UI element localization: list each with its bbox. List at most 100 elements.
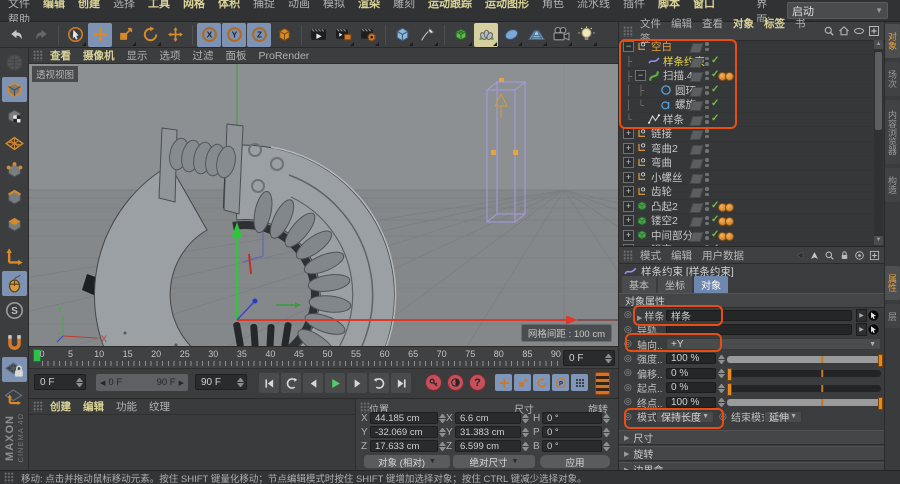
- keyframe-dot-icon[interactable]: ◎: [624, 338, 632, 349]
- texture-mode-button[interactable]: [2, 104, 27, 129]
- apply-button[interactable]: 应用: [540, 455, 610, 469]
- object-row[interactable]: │ └ 螺旋 ✓: [619, 98, 884, 113]
- stepper-icon[interactable]: [76, 377, 83, 388]
- stepper-icon[interactable]: [718, 368, 725, 379]
- solo-mode-button[interactable]: S: [2, 298, 27, 323]
- rotation-b-field[interactable]: 0 °: [542, 440, 602, 452]
- expander-icon[interactable]: +: [623, 215, 634, 227]
- polygons-mode-button[interactable]: [2, 212, 27, 237]
- visibility-dots[interactable]: [705, 71, 709, 80]
- lock-y-button[interactable]: Y: [222, 22, 246, 47]
- menubar-item[interactable]: 运动图形: [485, 0, 529, 10]
- object-row[interactable]: + 齿轮: [619, 185, 884, 200]
- home-icon[interactable]: [838, 25, 850, 37]
- search-icon[interactable]: [823, 25, 835, 37]
- lock-icon[interactable]: [839, 250, 850, 261]
- rotation-p-field[interactable]: 0 °: [542, 426, 602, 438]
- viewport-menu-item[interactable]: 查看: [50, 50, 71, 62]
- playback-range-slider[interactable]: ◀ 0 F 90 F ▶: [96, 374, 188, 391]
- keyframe-dot-icon[interactable]: ◎: [624, 411, 632, 422]
- slider-handle[interactable]: [878, 353, 883, 367]
- expander-icon[interactable]: +: [623, 186, 634, 198]
- visibility-dots[interactable]: [705, 187, 709, 196]
- floor-objects-button[interactable]: [524, 23, 548, 47]
- rotation-h-field[interactable]: 0 °: [542, 412, 602, 424]
- lock-z-button[interactable]: Z: [247, 22, 271, 47]
- menubar-item[interactable]: 工具: [148, 0, 170, 10]
- visibility-dots[interactable]: [705, 42, 709, 51]
- visibility-dots[interactable]: [705, 216, 709, 225]
- expander-icon[interactable]: −: [635, 70, 646, 82]
- current-frame-field[interactable]: 0 F: [563, 350, 615, 366]
- object-row[interactable]: + 中间部分 ✓: [619, 229, 884, 243]
- layer-swatch[interactable]: [689, 159, 704, 169]
- position-x-field[interactable]: 44.185 cm: [370, 412, 438, 424]
- expander-icon[interactable]: +: [623, 142, 634, 154]
- keyframe-dot-icon[interactable]: ◎: [624, 367, 632, 378]
- menubar-item[interactable]: 流水线: [577, 0, 610, 10]
- autokey-toggle-button[interactable]: [447, 374, 464, 391]
- slider-track[interactable]: [727, 382, 881, 396]
- stepper-icon[interactable]: [603, 413, 610, 424]
- tab-基本[interactable]: 基本: [622, 276, 656, 293]
- size-z-field[interactable]: 6.599 cm: [455, 440, 521, 452]
- section-旋转[interactable]: ▶ 旋转: [619, 446, 884, 461]
- drag-handle-icon[interactable]: [623, 25, 633, 37]
- position-y-field[interactable]: -32.069 cm: [370, 426, 438, 438]
- stepper-icon[interactable]: [603, 427, 610, 438]
- stepper-icon[interactable]: [522, 427, 529, 438]
- object-manager-menu-item[interactable]: 查看: [702, 18, 723, 30]
- attribute-menu-item[interactable]: 模式: [640, 250, 661, 262]
- keyframe-dot-icon[interactable]: ◎: [624, 396, 632, 407]
- render-picture-viewer-button[interactable]: [331, 23, 355, 47]
- slider-handle[interactable]: [878, 397, 883, 410]
- last-tool-button[interactable]: [163, 23, 187, 47]
- add-spline-button[interactable]: [415, 23, 439, 47]
- prev-key-button[interactable]: [281, 373, 301, 393]
- tab-对象[interactable]: 对象: [694, 276, 728, 293]
- menubar-item[interactable]: 雕刻: [393, 0, 415, 10]
- object-row[interactable]: + 弯曲2: [619, 142, 884, 156]
- stepper-icon[interactable]: [439, 413, 446, 424]
- history-back-icon[interactable]: [794, 250, 805, 261]
- menubar-item[interactable]: 文件: [8, 0, 30, 10]
- workplane-mode-button[interactable]: [2, 131, 27, 156]
- scrollbar[interactable]: ▲ ▼: [874, 40, 883, 245]
- enabled-check-icon[interactable]: ✓: [711, 113, 719, 124]
- object-row[interactable]: + 弯曲: [619, 156, 884, 171]
- add-primitive-button[interactable]: [390, 23, 414, 47]
- points-mode-button[interactable]: [2, 158, 27, 183]
- expander-icon[interactable]: +: [623, 229, 634, 241]
- stepper-icon[interactable]: [605, 353, 612, 364]
- render-view-button[interactable]: [306, 23, 330, 47]
- redo-button[interactable]: [29, 23, 53, 47]
- key-pla-button[interactable]: [571, 374, 588, 391]
- panel-tab-构造[interactable]: 构造: [885, 168, 900, 202]
- object-row[interactable]: + 小螺丝: [619, 171, 884, 185]
- axis-mode-button[interactable]: [2, 244, 27, 269]
- expander-icon[interactable]: +: [623, 157, 634, 169]
- visibility-dots[interactable]: [705, 129, 709, 138]
- panel-tab-场次[interactable]: 场次: [885, 62, 900, 96]
- drag-handle-icon[interactable]: [33, 50, 43, 61]
- stepper-icon[interactable]: [439, 427, 446, 438]
- stepper-icon[interactable]: [237, 377, 244, 388]
- value-field[interactable]: 0 %: [666, 367, 716, 379]
- link-field[interactable]: 样条: [666, 309, 852, 323]
- stepper-icon[interactable]: [439, 441, 446, 452]
- search-icon[interactable]: [824, 250, 835, 261]
- stepper-icon[interactable]: [603, 441, 610, 452]
- visibility-dots[interactable]: [705, 100, 709, 109]
- enabled-check-icon[interactable]: ✓: [711, 69, 719, 80]
- keyframe-dot-icon[interactable]: ◎: [624, 382, 632, 393]
- section-尺寸[interactable]: ▶ 尺寸: [619, 430, 884, 445]
- subdivision-surface-button[interactable]: [449, 23, 473, 47]
- visibility-dots[interactable]: [705, 143, 709, 153]
- object-row[interactable]: │ ├ 圆环 ✓: [619, 84, 884, 98]
- target-icon[interactable]: [854, 250, 865, 261]
- stepper-icon[interactable]: [718, 383, 725, 394]
- panel-tab-层[interactable]: 层: [885, 304, 900, 328]
- layer-swatch[interactable]: [689, 173, 704, 184]
- link-menu-button[interactable]: ▶: [856, 308, 867, 322]
- menubar-item[interactable]: 选择: [113, 0, 135, 10]
